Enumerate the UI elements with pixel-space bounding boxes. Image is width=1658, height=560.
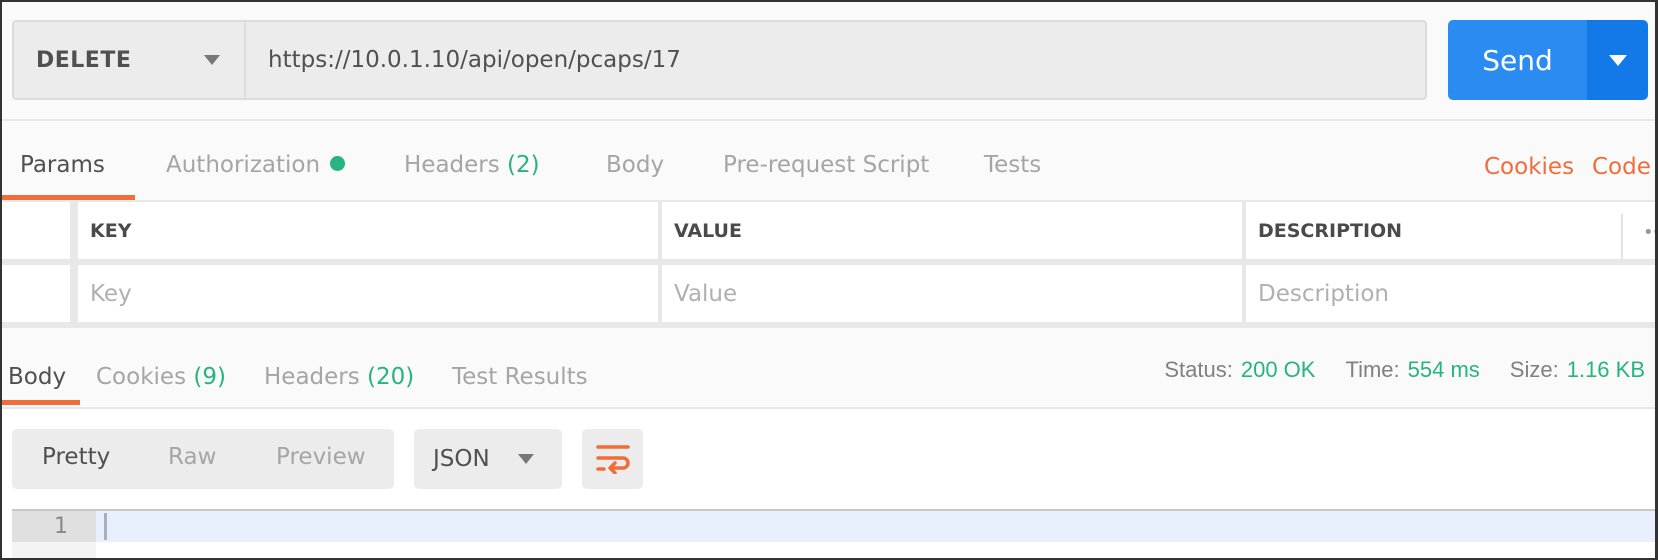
code-link[interactable]: Code: [1592, 154, 1651, 180]
response-tab-test-results[interactable]: Test Results: [452, 364, 588, 390]
text-cursor: [104, 513, 107, 540]
response-tab-body[interactable]: Body: [8, 364, 66, 390]
time-value[interactable]: 554 ms: [1408, 357, 1480, 382]
tab-count: (20): [367, 364, 415, 390]
view-mode-toggle: Pretty Raw Preview: [12, 429, 394, 489]
view-mode-pretty[interactable]: Pretty: [42, 444, 110, 470]
key-input[interactable]: Key: [78, 265, 658, 322]
chevron-down-icon: [518, 454, 534, 464]
chevron-down-icon: [204, 55, 220, 65]
view-mode-raw[interactable]: Raw: [168, 444, 216, 470]
tab-label: Headers: [264, 364, 360, 390]
tab-body[interactable]: Body: [606, 152, 664, 178]
more-options-icon[interactable]: •••: [1643, 222, 1655, 243]
method-select[interactable]: DELETE: [14, 22, 246, 98]
divider: [2, 119, 1655, 121]
size-info: Size: 1.16 KB: [1510, 357, 1645, 383]
tab-label: Tests: [984, 152, 1042, 178]
response-editor[interactable]: 1: [12, 509, 1655, 558]
tab-pre-request-script[interactable]: Pre-request Script: [723, 152, 929, 178]
method-label: DELETE: [36, 47, 132, 73]
status-dot-icon: [330, 156, 346, 171]
tab-authorization[interactable]: Authorization: [166, 152, 346, 178]
tab-label: Authorization: [166, 152, 321, 178]
status-info: Status: 200 OK: [1164, 357, 1315, 383]
tab-tests[interactable]: Tests: [984, 152, 1041, 178]
params-table: KEY VALUE DESCRIPTION ••• Key Value Desc…: [2, 200, 1655, 328]
column-header-key: KEY: [78, 202, 658, 259]
column-divider: [1621, 214, 1623, 260]
column-header-value: VALUE: [662, 202, 1242, 259]
tab-label: Cookies: [96, 364, 187, 390]
status-value[interactable]: 200 OK: [1241, 357, 1316, 382]
tab-label: Body: [8, 364, 67, 390]
tab-label: Body: [606, 152, 665, 178]
size-value[interactable]: 1.16 KB: [1567, 357, 1645, 382]
value-input[interactable]: Value: [662, 265, 1242, 322]
response-tab-headers[interactable]: Headers (20): [264, 364, 414, 390]
editor-active-line[interactable]: [96, 509, 1655, 542]
time-label: Time:: [1345, 357, 1400, 382]
tab-label: Params: [20, 152, 105, 178]
view-mode-preview[interactable]: Preview: [276, 444, 366, 470]
send-button[interactable]: Send: [1448, 20, 1587, 100]
url-input[interactable]: [246, 22, 1425, 98]
row-handle-header: [2, 202, 70, 259]
tab-count: (2): [507, 152, 540, 178]
tab-label: Pre-request Script: [723, 152, 930, 178]
send-button-group: Send: [1448, 20, 1648, 100]
tab-label: Test Results: [452, 364, 588, 390]
response-meta: Status: 200 OK Time: 554 ms Size: 1.16 KB: [1164, 357, 1645, 383]
cookies-link[interactable]: Cookies: [1484, 154, 1574, 180]
request-tabs: Params Authorization Headers (2) Body Pr…: [2, 142, 1655, 202]
format-select[interactable]: JSON: [414, 429, 562, 489]
tab-params[interactable]: Params: [20, 152, 105, 178]
gutter: [12, 542, 96, 558]
response-tab-cookies[interactable]: Cookies (9): [96, 364, 226, 390]
response-body: Pretty Raw Preview JSON 1: [2, 409, 1655, 558]
wrap-icon: [595, 445, 630, 474]
tab-count: (9): [193, 364, 226, 390]
row-handle: [2, 265, 70, 322]
wrap-lines-button[interactable]: [582, 429, 643, 489]
column-header-description: DESCRIPTION: [1246, 202, 1655, 259]
postman-window: DELETE Send Params Authorization Headers…: [0, 0, 1658, 560]
url-bar: DELETE: [12, 20, 1427, 100]
chevron-down-icon: [1608, 54, 1627, 66]
size-label: Size:: [1509, 357, 1559, 382]
active-response-tab-indicator: [2, 400, 80, 405]
description-input[interactable]: Description: [1246, 265, 1655, 322]
line-number: 1: [12, 509, 96, 542]
tab-headers[interactable]: Headers (2): [404, 152, 540, 178]
format-label: JSON: [433, 446, 490, 472]
time-info: Time: 554 ms: [1345, 357, 1479, 383]
status-label: Status:: [1164, 357, 1233, 382]
send-options-button[interactable]: [1587, 20, 1648, 100]
tab-label: Headers: [404, 152, 500, 178]
